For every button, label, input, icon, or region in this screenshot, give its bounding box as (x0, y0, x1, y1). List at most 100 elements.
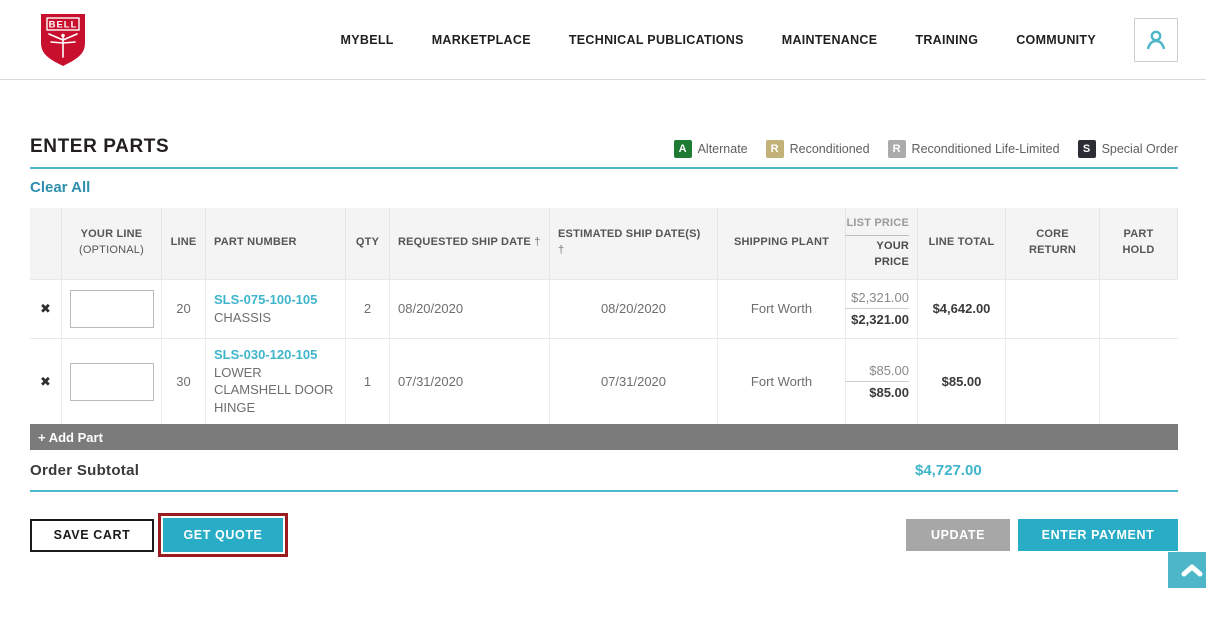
row-cell-line-total: $85.00 (918, 339, 1006, 425)
site-header: BELL MYBELL MARKETPLACE TECHNICAL PUBLIC… (0, 0, 1206, 80)
row-cell-remove: ✖ (30, 339, 62, 425)
row-cell-part-number: SLS-075-100-105 CHASSIS (206, 280, 346, 338)
col-estimated-ship-date[interactable]: ESTIMATED SHIP DATE(S) † (550, 208, 718, 279)
legend-alternate: A Alternate (674, 140, 748, 158)
your-line-input[interactable] (70, 290, 154, 328)
row-cell-shipping-plant: Fort Worth (718, 339, 846, 425)
col-remove (30, 208, 62, 279)
col-part-hold: PART HOLD (1100, 208, 1178, 279)
legend-reconditioned: R Reconditioned (766, 140, 870, 158)
row-cell-your-line (62, 339, 162, 425)
col-line-total: LINE TOTAL (918, 208, 1006, 279)
row-cell-price: $2,321.00 $2,321.00 (846, 280, 918, 338)
row-cell-qty: 2 (346, 280, 390, 338)
remove-row-icon[interactable]: ✖ (40, 375, 51, 388)
actions-row: SAVE CART GET QUOTE UPDATE ENTER PAYMENT (30, 513, 1178, 557)
scroll-to-top-button[interactable] (1168, 552, 1206, 588)
remove-row-icon[interactable]: ✖ (40, 302, 51, 315)
parts-table: YOUR LINE (OPTIONAL) LINE PART NUMBER QT… (30, 208, 1178, 424)
col-core-return: CORE RETURN (1006, 208, 1100, 279)
user-account-button[interactable] (1134, 18, 1178, 62)
col-line: LINE (162, 208, 206, 279)
sort-icon: † (534, 236, 540, 248)
legend-reconditioned-life-limited: R Reconditioned Life-Limited (888, 140, 1060, 158)
order-subtotal-label: Order Subtotal (30, 462, 139, 479)
reconditioned-life-limited-badge-icon: R (888, 140, 906, 158)
table-header-row: YOUR LINE (OPTIONAL) LINE PART NUMBER QT… (30, 208, 1178, 279)
table-row: ✖ 20 SLS-075-100-105 CHASSIS 2 08/20/202… (30, 279, 1178, 338)
row-cell-remove: ✖ (30, 280, 62, 338)
nav-community[interactable]: COMMUNITY (1016, 33, 1096, 47)
right-actions: UPDATE ENTER PAYMENT (906, 519, 1178, 551)
nav-marketplace[interactable]: MARKETPLACE (432, 33, 531, 47)
row-cell-requested-ship-date: 07/31/2020 (390, 339, 550, 425)
clear-all-link[interactable]: Clear All (30, 179, 90, 196)
part-number-link[interactable]: SLS-075-100-105 (214, 292, 317, 307)
nav-technical-publications[interactable]: TECHNICAL PUBLICATIONS (569, 33, 744, 47)
title-row: ENTER PARTS A Alternate R Reconditioned … (30, 136, 1178, 169)
chevron-up-icon (1181, 563, 1203, 577)
top-nav: MYBELL MARKETPLACE TECHNICAL PUBLICATION… (341, 18, 1178, 62)
list-price: $85.00 (845, 363, 909, 382)
row-cell-part-number: SLS-030-120-105 LOWER CLAMSHELL DOOR HIN… (206, 339, 346, 425)
legend-label: Special Order (1102, 142, 1178, 156)
annotation-highlight: GET QUOTE (158, 513, 288, 557)
col-your-line: YOUR LINE (OPTIONAL) (62, 208, 162, 279)
row-cell-line-total: $4,642.00 (918, 280, 1006, 338)
col-label-optional: (OPTIONAL) (79, 243, 144, 259)
enter-payment-button[interactable]: ENTER PAYMENT (1018, 519, 1178, 551)
col-your-price: YOUR PRICE (854, 239, 909, 271)
nav-maintenance[interactable]: MAINTENANCE (782, 33, 878, 47)
row-cell-core-return (1006, 280, 1100, 338)
alternate-badge-icon: A (674, 140, 692, 158)
update-button[interactable]: UPDATE (906, 519, 1010, 551)
reconditioned-badge-icon: R (766, 140, 784, 158)
row-cell-your-line (62, 280, 162, 338)
add-part-button[interactable]: + Add Part (30, 424, 1178, 450)
user-icon (1143, 27, 1169, 53)
nav-training[interactable]: TRAINING (915, 33, 978, 47)
row-cell-line: 20 (162, 280, 206, 338)
row-cell-part-hold (1100, 280, 1178, 338)
row-cell-estimated-ship-date: 08/20/2020 (550, 280, 718, 338)
legend-label: Reconditioned Life-Limited (912, 142, 1060, 156)
order-subtotal-value: $4,727.00 (915, 462, 982, 479)
legend-label: Alternate (698, 142, 748, 156)
part-description: LOWER CLAMSHELL DOOR HINGE (214, 364, 337, 417)
col-shipping-plant: SHIPPING PLANT (718, 208, 846, 279)
bell-logo-text: BELL (49, 19, 78, 30)
your-price: $2,321.00 (851, 312, 909, 327)
list-price: $2,321.00 (845, 290, 909, 309)
col-label: YOUR LINE (81, 227, 143, 243)
col-price: LIST PRICE YOUR PRICE (846, 208, 918, 279)
page-title: ENTER PARTS (30, 136, 169, 158)
row-cell-core-return (1006, 339, 1100, 425)
row-cell-requested-ship-date: 08/20/2020 (390, 280, 550, 338)
row-cell-shipping-plant: Fort Worth (718, 280, 846, 338)
bell-logo-icon[interactable]: BELL (40, 13, 86, 67)
table-row: ✖ 30 SLS-030-120-105 LOWER CLAMSHELL DOO… (30, 338, 1178, 425)
sort-icon: † (558, 244, 564, 256)
legend-label: Reconditioned (790, 142, 870, 156)
legend-special-order: S Special Order (1078, 140, 1178, 158)
part-description: CHASSIS (214, 309, 271, 327)
your-price: $85.00 (869, 385, 909, 400)
row-cell-part-hold (1100, 339, 1178, 425)
row-cell-qty: 1 (346, 339, 390, 425)
row-cell-price: $85.00 $85.00 (846, 339, 918, 425)
part-number-link[interactable]: SLS-030-120-105 (214, 347, 317, 362)
parts-legend: A Alternate R Reconditioned R Reconditio… (666, 140, 1178, 158)
main-content: ENTER PARTS A Alternate R Reconditioned … (0, 136, 1206, 557)
col-part-number: PART NUMBER (206, 208, 346, 279)
your-line-input[interactable] (70, 363, 154, 401)
col-qty: QTY (346, 208, 390, 279)
col-requested-ship-date[interactable]: REQUESTED SHIP DATE † (390, 208, 550, 279)
nav-mybell[interactable]: MYBELL (341, 33, 394, 47)
save-cart-button[interactable]: SAVE CART (30, 519, 154, 552)
col-list-price: LIST PRICE (845, 216, 909, 236)
special-order-badge-icon: S (1078, 140, 1096, 158)
get-quote-button[interactable]: GET QUOTE (163, 518, 283, 552)
row-cell-estimated-ship-date: 07/31/2020 (550, 339, 718, 425)
row-cell-line: 30 (162, 339, 206, 425)
order-subtotal-row: Order Subtotal $4,727.00 (30, 450, 1178, 492)
